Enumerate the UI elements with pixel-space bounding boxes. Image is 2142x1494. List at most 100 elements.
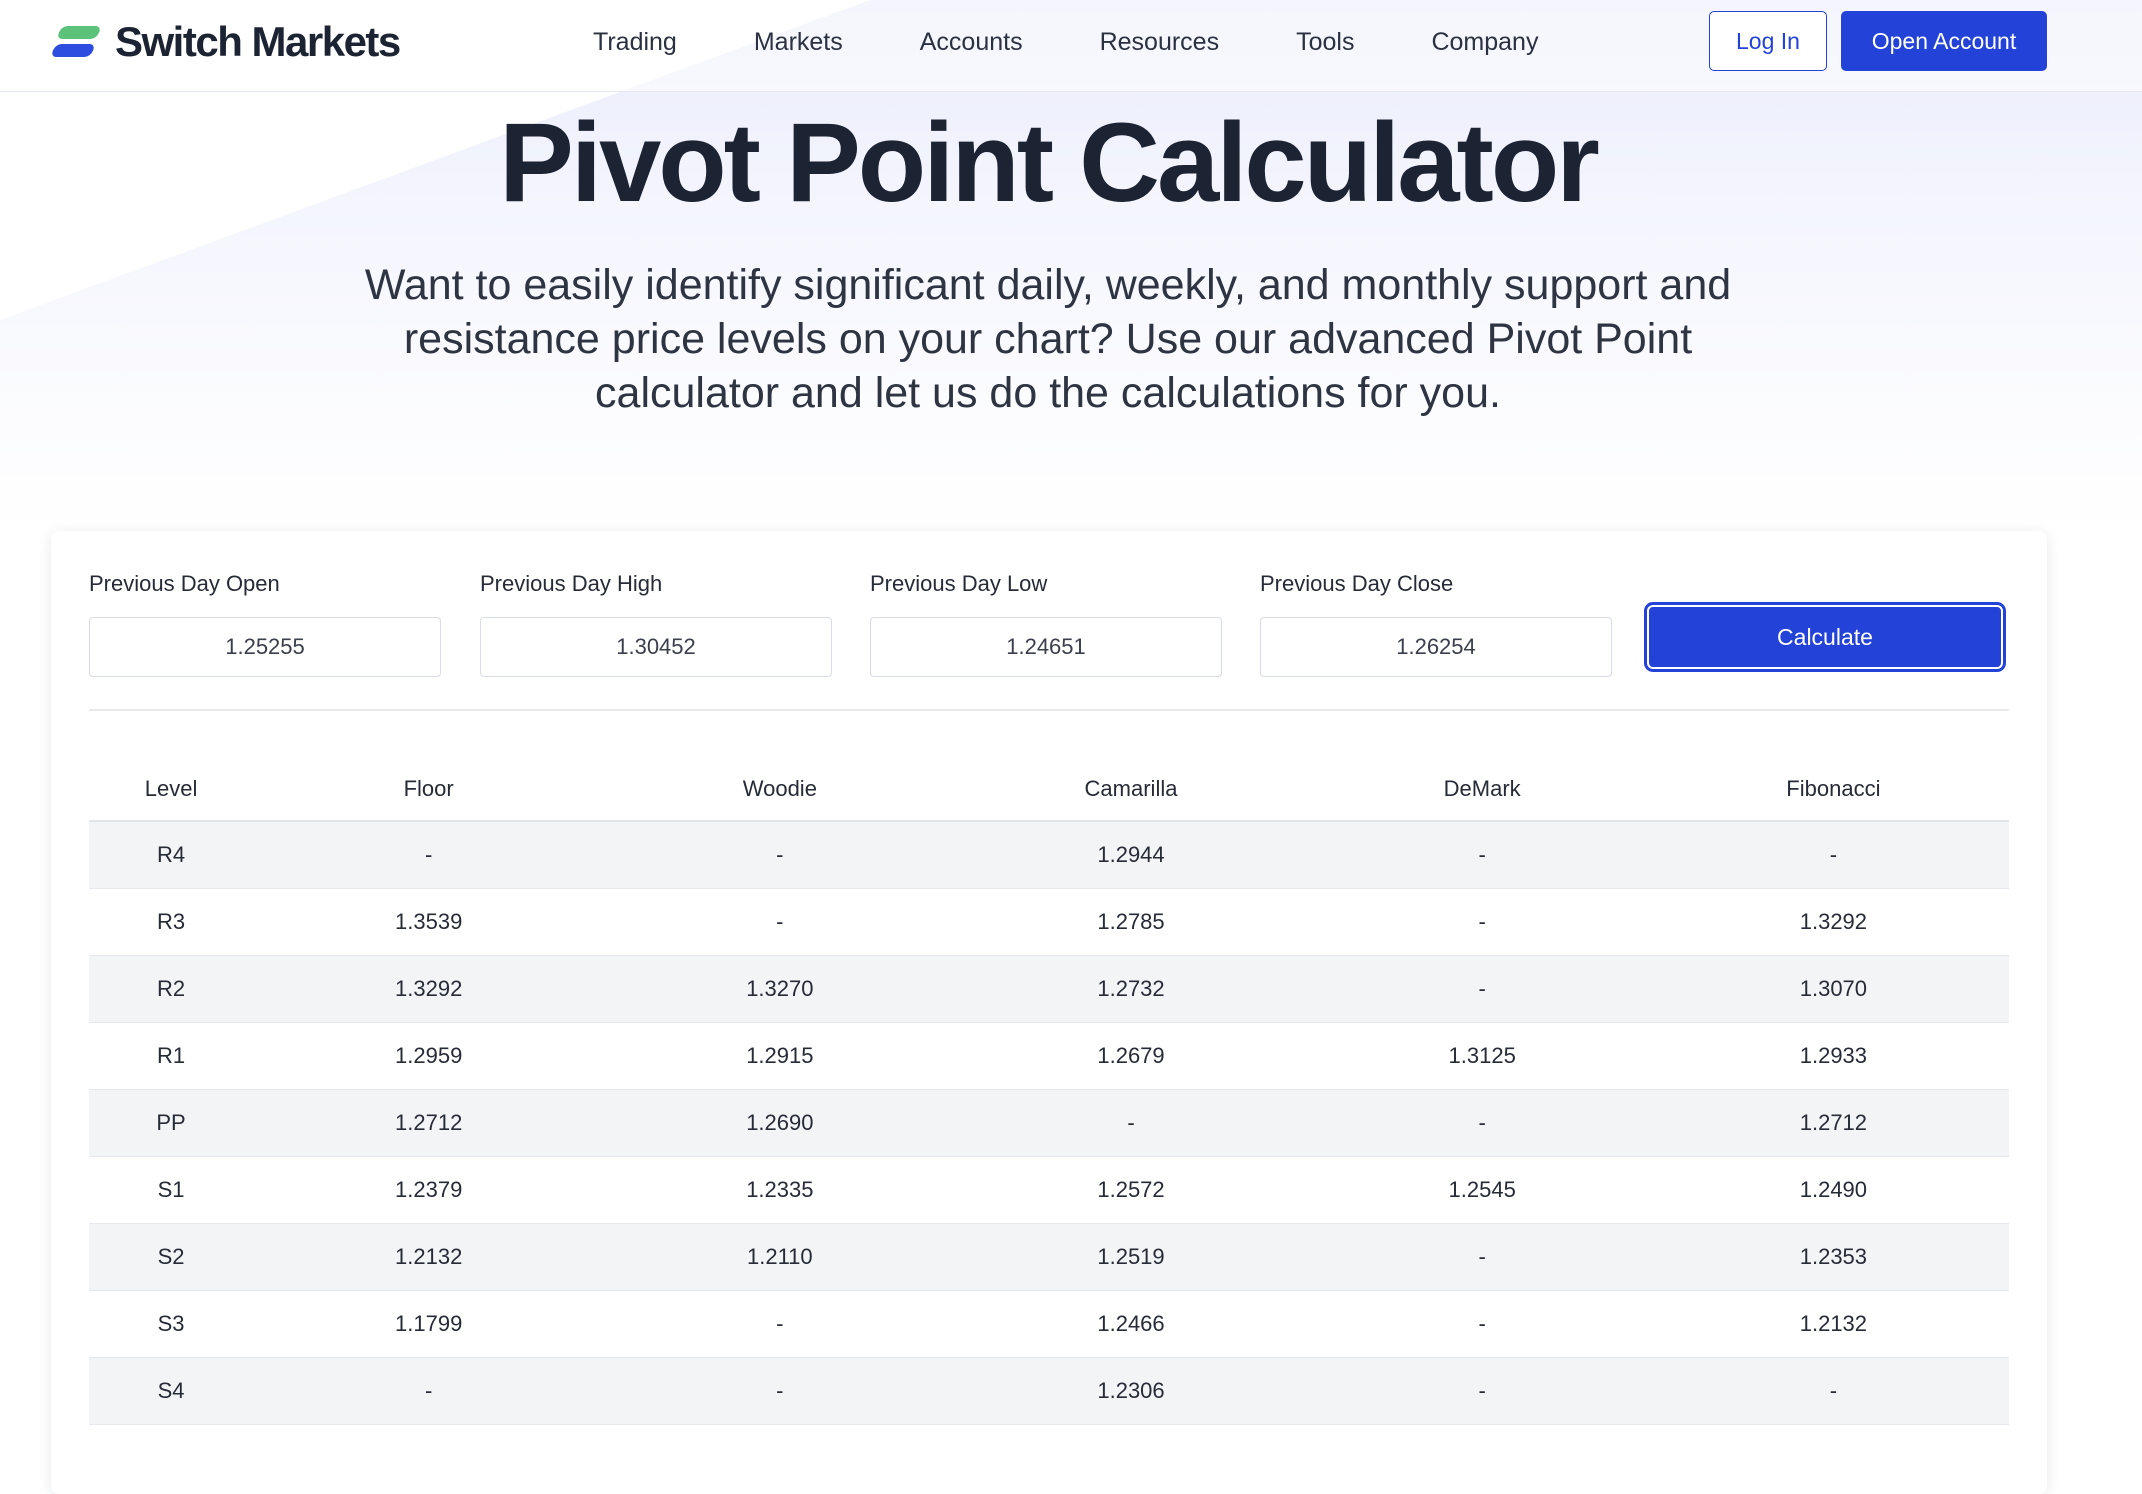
brand-logo-link[interactable]: Switch Markets [50,18,401,66]
floor-cell: 1.2959 [253,1022,605,1090]
woodie-cell: - [604,1357,956,1425]
open-account-button[interactable]: Open Account [1841,11,2047,71]
camarilla-cell: 1.2306 [955,1357,1307,1425]
demark-cell: - [1306,1357,1658,1425]
field-previous-day-open: Previous Day Open [89,571,441,677]
fibonacci-cell: 1.2132 [1657,1290,2009,1358]
camarilla-cell: - [955,1089,1307,1157]
column-header-woodie: Woodie [604,757,956,822]
demark-cell: - [1306,955,1658,1023]
level-cell: S2 [89,1223,254,1291]
column-header-camarilla: Camarilla [955,757,1307,822]
column-header-fibonacci: Fibonacci [1657,757,2009,822]
field-previous-day-high: Previous Day High [480,571,832,677]
camarilla-cell: 1.2572 [955,1156,1307,1224]
floor-cell: 1.3292 [253,955,605,1023]
nav-item-markets[interactable]: Markets [754,24,843,60]
previous-day-open-label: Previous Day Open [89,571,280,596]
column-header-level: Level [89,757,254,822]
level-cell: R2 [89,955,254,1023]
camarilla-cell: 1.2519 [955,1223,1307,1291]
woodie-cell: - [604,888,956,956]
level-cell: PP [89,1089,254,1157]
switch-markets-logo-icon [50,22,102,62]
woodie-cell: 1.3270 [604,955,956,1023]
login-button[interactable]: Log In [1709,11,1827,71]
demark-cell: - [1306,888,1658,956]
floor-cell: 1.2379 [253,1156,605,1224]
demark-cell: - [1306,1290,1658,1358]
floor-cell: - [253,821,605,889]
woodie-cell: 1.2110 [604,1223,956,1291]
previous-day-low-label: Previous Day Low [870,571,1048,596]
column-header-demark: DeMark [1306,757,1658,822]
fibonacci-cell: - [1657,821,2009,889]
site-header: Switch Markets Trading Markets Accounts … [0,0,2142,92]
table-row: R1 1.2959 1.2915 1.2679 1.3125 1.2933 [89,1022,2009,1090]
floor-cell: - [253,1357,605,1425]
table-row: R4 - - 1.2944 - - [89,821,2009,889]
table-row: S2 1.2132 1.2110 1.2519 - 1.2353 [89,1223,2009,1291]
woodie-cell: 1.2335 [604,1156,956,1224]
fibonacci-cell: 1.2712 [1657,1089,2009,1157]
woodie-cell: - [604,821,956,889]
table-row: R2 1.3292 1.3270 1.2732 - 1.3070 [89,955,2009,1023]
woodie-cell: - [604,1290,956,1358]
demark-cell: - [1306,1089,1658,1157]
woodie-cell: 1.2915 [604,1022,956,1090]
demark-cell: - [1306,1223,1658,1291]
nav-item-trading[interactable]: Trading [593,24,677,60]
page: Switch Markets Trading Markets Accounts … [0,0,2142,1494]
fibonacci-cell: 1.2353 [1657,1223,2009,1291]
section-divider [89,709,2009,711]
pivot-calculator-card: Previous Day Open Previous Day High Prev… [51,531,2047,1494]
floor-cell: 1.2712 [253,1089,605,1157]
previous-day-close-label: Previous Day Close [1260,571,1454,596]
camarilla-cell: 1.2944 [955,821,1307,889]
camarilla-cell: 1.2785 [955,888,1307,956]
previous-day-high-label: Previous Day High [480,571,663,596]
nav-item-resources[interactable]: Resources [1100,24,1220,60]
previous-day-high-input[interactable] [480,617,832,677]
main-nav: Trading Markets Accounts Resources Tools… [593,24,1615,60]
field-previous-day-low: Previous Day Low [870,571,1222,677]
level-cell: R3 [89,888,254,956]
table-row: S4 - - 1.2306 - - [89,1357,2009,1425]
previous-day-open-input[interactable] [89,617,441,677]
previous-day-low-input[interactable] [870,617,1222,677]
demark-cell: 1.2545 [1306,1156,1658,1224]
fibonacci-cell: 1.2933 [1657,1022,2009,1090]
pivot-results-table: Level Floor Woodie Camarilla DeMark Fibo… [89,757,2009,1425]
table-row: S3 1.1799 - 1.2466 - 1.2132 [89,1290,2009,1358]
demark-cell: 1.3125 [1306,1022,1658,1090]
fibonacci-cell: 1.2490 [1657,1156,2009,1224]
level-cell: S4 [89,1357,254,1425]
previous-day-close-input[interactable] [1260,617,1612,677]
table-row: S1 1.2379 1.2335 1.2572 1.2545 1.2490 [89,1156,2009,1224]
floor-cell: 1.3539 [253,888,605,956]
fibonacci-cell: 1.3292 [1657,888,2009,956]
calculate-button[interactable]: Calculate [1644,602,2006,672]
demark-cell: - [1306,821,1658,889]
fibonacci-cell: 1.3070 [1657,955,2009,1023]
level-cell: R4 [89,821,254,889]
level-cell: S3 [89,1290,254,1358]
column-header-floor: Floor [253,757,605,822]
nav-item-accounts[interactable]: Accounts [920,24,1023,60]
field-previous-day-close: Previous Day Close [1260,571,1612,677]
camarilla-cell: 1.2732 [955,955,1307,1023]
table-row: PP 1.2712 1.2690 - - 1.2712 [89,1089,2009,1157]
nav-item-tools[interactable]: Tools [1296,24,1354,60]
level-cell: R1 [89,1022,254,1090]
page-subtitle: Want to easily identify significant dail… [364,261,1732,417]
brand-name: Switch Markets [115,18,401,65]
floor-cell: 1.2132 [253,1223,605,1291]
camarilla-cell: 1.2466 [955,1290,1307,1358]
nav-item-company[interactable]: Company [1431,24,1538,60]
woodie-cell: 1.2690 [604,1089,956,1157]
table-header-row: Level Floor Woodie Camarilla DeMark Fibo… [89,757,2009,822]
floor-cell: 1.1799 [253,1290,605,1358]
fibonacci-cell: - [1657,1357,2009,1425]
page-title: Pivot Point Calculator [499,100,1600,225]
camarilla-cell: 1.2679 [955,1022,1307,1090]
